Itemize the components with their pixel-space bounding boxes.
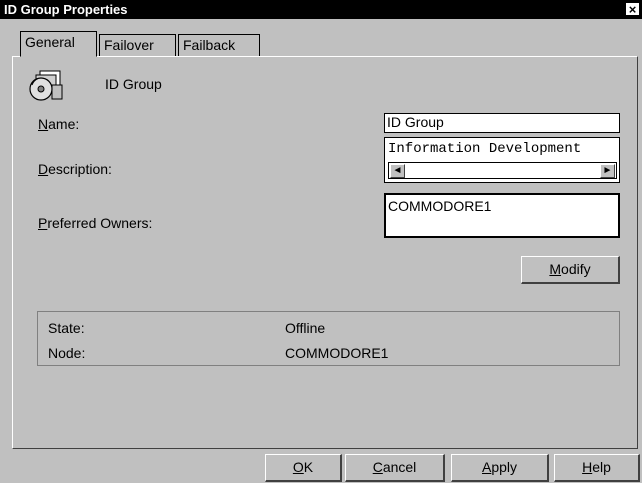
description-value: Information Development <box>388 141 582 157</box>
help-button[interactable]: Help <box>554 454 640 482</box>
properties-dialog: ID Group Properties × General Failover F… <box>0 0 642 483</box>
tab-failover-label: Failover <box>104 37 154 53</box>
title-bar[interactable]: ID Group Properties × <box>0 0 642 19</box>
close-button[interactable]: × <box>625 2 640 17</box>
group-icon <box>29 70 63 101</box>
apply-button[interactable]: Apply <box>451 454 549 482</box>
name-input[interactable]: ID Group <box>384 113 620 133</box>
description-label: Description: <box>38 161 112 177</box>
tab-failback[interactable]: Failback <box>178 34 260 56</box>
scroll-right-icon[interactable]: ► <box>600 164 615 178</box>
preferred-owners-list[interactable]: COMMODORE1 <box>384 193 620 238</box>
tab-failover[interactable]: Failover <box>99 34 176 56</box>
tab-general[interactable]: General <box>20 31 97 57</box>
description-scrollbar[interactable]: ◄ ► <box>388 162 617 179</box>
modify-button[interactable]: Modify <box>521 256 620 284</box>
name-label: Name: <box>38 116 80 132</box>
window-title: ID Group Properties <box>4 2 128 17</box>
ok-button[interactable]: OK <box>265 454 342 482</box>
node-value: COMMODORE1 <box>285 345 389 361</box>
scroll-left-icon[interactable]: ◄ <box>390 164 405 178</box>
preferred-owners-label: Preferred Owners: <box>38 215 153 231</box>
cancel-button[interactable]: Cancel <box>345 454 445 482</box>
tab-failback-label: Failback <box>183 37 236 53</box>
name-value: ID Group <box>387 114 444 130</box>
group-name-heading: ID Group <box>105 76 162 92</box>
tab-general-label: General <box>25 34 75 50</box>
node-label: Node: <box>48 345 86 361</box>
state-label: State: <box>48 320 85 336</box>
state-value: Offline <box>285 320 326 336</box>
preferred-owner-item[interactable]: COMMODORE1 <box>388 198 491 214</box>
